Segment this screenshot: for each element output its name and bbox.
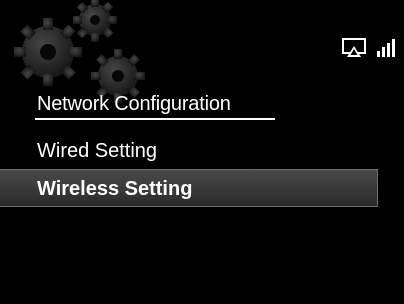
menu-item-wired-setting[interactable]: Wired Setting — [0, 131, 378, 171]
title-underline — [35, 118, 275, 120]
network-configuration-screen: Network Configuration Wired Setting Wire… — [0, 0, 404, 304]
page-title: Network Configuration — [37, 93, 231, 115]
signal-strength-icon — [377, 39, 395, 57]
airplay-icon — [342, 38, 366, 57]
menu-item-wireless-setting[interactable]: Wireless Setting — [0, 169, 378, 207]
status-bar — [342, 38, 398, 58]
